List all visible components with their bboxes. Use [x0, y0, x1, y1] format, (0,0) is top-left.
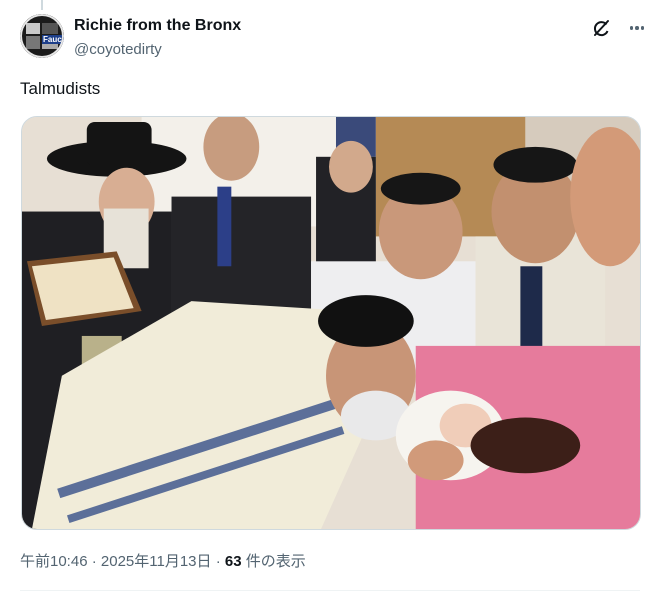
handle[interactable]: @coyotedirty — [74, 41, 162, 58]
avatar-ring — [20, 14, 64, 58]
tweet-date[interactable]: 2025年11月13日 — [101, 553, 212, 570]
display-name[interactable]: Richie from the Bronx — [74, 17, 241, 35]
photo-illustration — [22, 117, 640, 529]
thread-line — [41, 0, 43, 10]
tweet-meta: 午前10:46 · 2025年11月13日 · 63 件の表示 — [20, 550, 306, 571]
avatar[interactable]: Fauci — [20, 14, 64, 58]
views-label: 件の表示 — [245, 553, 306, 570]
tweet-text: Talmudists — [20, 79, 101, 98]
grok-icon[interactable] — [590, 17, 612, 39]
more-icon[interactable] — [626, 17, 648, 39]
meta-separator: · — [91, 553, 97, 570]
views-count: 63 — [224, 553, 242, 570]
divider — [20, 590, 640, 591]
tweet-header: Fauci Richie from the Bronx @coyotedirty — [20, 13, 648, 63]
tweet-photo[interactable] — [21, 116, 641, 530]
meta-separator: · — [215, 553, 221, 570]
tweet-time[interactable]: 午前10:46 — [20, 553, 88, 570]
